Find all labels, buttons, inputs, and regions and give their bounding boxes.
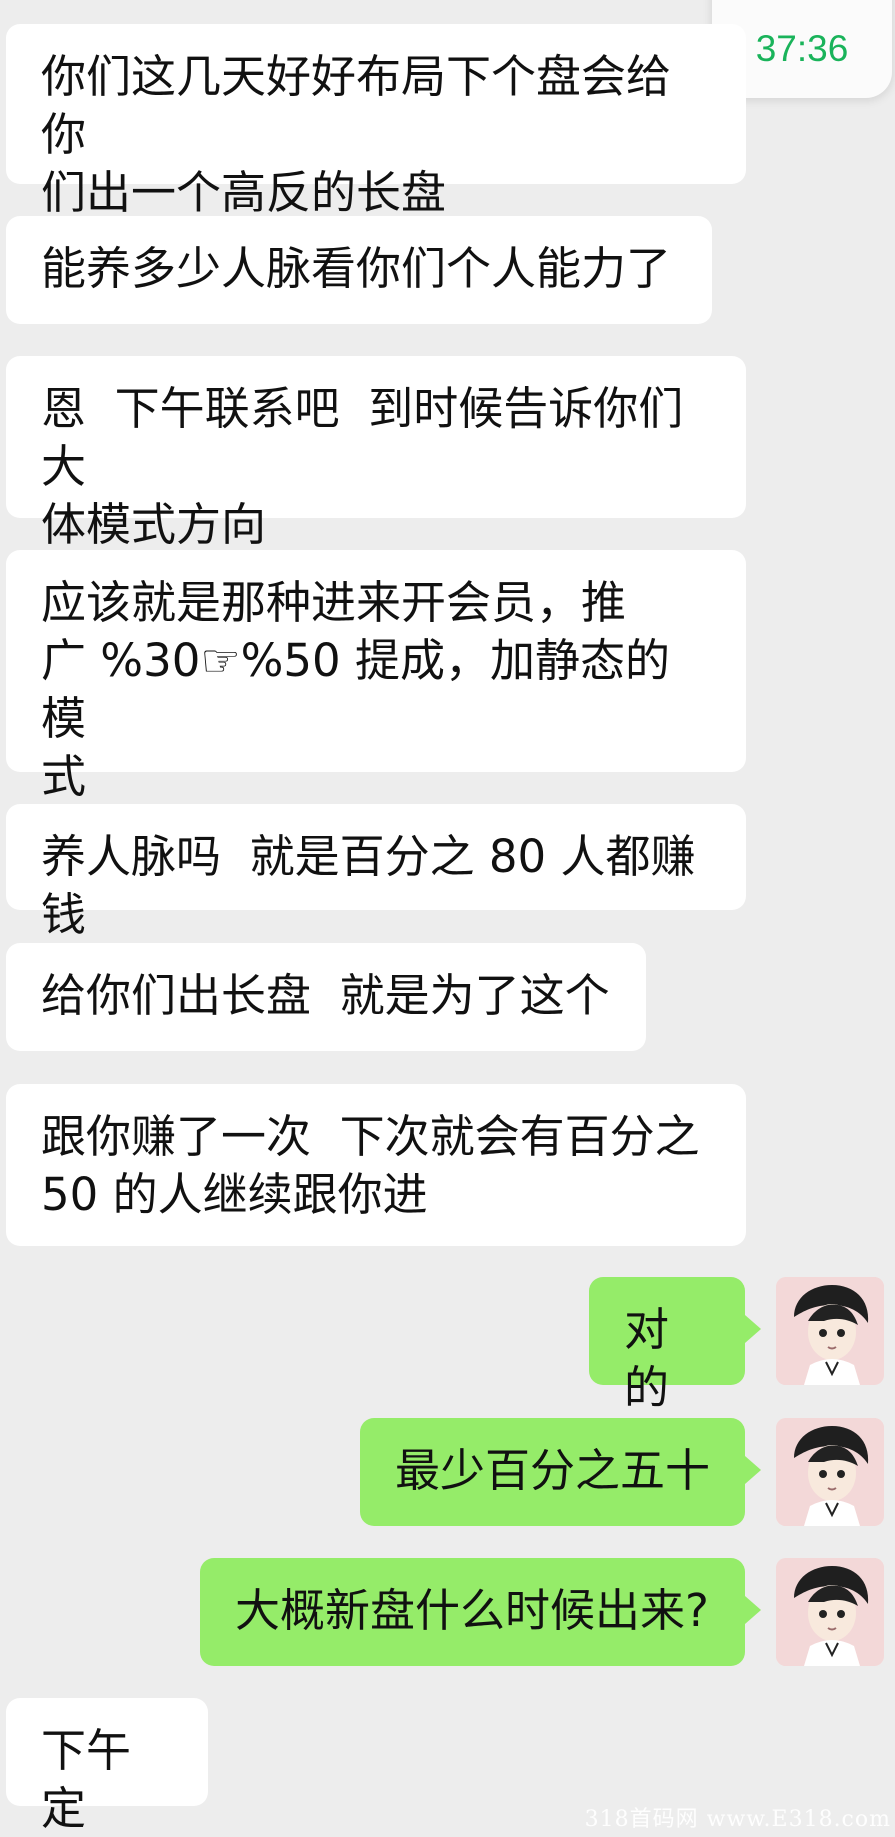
anime-boy-avatar-icon[interactable] bbox=[776, 1277, 884, 1385]
message-bubble-outgoing[interactable]: 对的 bbox=[589, 1277, 761, 1414]
chat-screen: 37:36 你们这几天好好布局下个盘会给你 们出一个高反的长盘 能养多少人脉看你… bbox=[0, 0, 895, 1837]
message-bubble-incoming[interactable]: 养人脉吗 就是百分之 80 人都赚钱 bbox=[6, 804, 746, 941]
message-bubble-incoming[interactable]: 给你们出长盘 就是为了这个 bbox=[6, 943, 646, 1051]
message-bubble-incoming[interactable]: 能养多少人脉看你们个人能力了 bbox=[6, 216, 712, 324]
anime-boy-avatar-icon[interactable] bbox=[776, 1418, 884, 1526]
message-bubble-incoming[interactable]: 跟你赚了一次 下次就会有百分之 50 的人继续跟你进 bbox=[6, 1084, 746, 1246]
message-bubble-incoming[interactable]: 你们这几天好好布局下个盘会给你 们出一个高反的长盘 bbox=[6, 24, 746, 219]
message-bubble-incoming[interactable]: 应该就是那种进来开会员，推 广 %30☞%50 提成，加静态的模 式 bbox=[6, 550, 746, 803]
watermark: 318首码网 www.E318.com bbox=[584, 1807, 891, 1832]
message-bubble-incoming[interactable]: 下午定 bbox=[6, 1698, 208, 1835]
anime-boy-avatar-icon[interactable] bbox=[776, 1558, 884, 1666]
message-bubble-outgoing[interactable]: 最少百分之五十 bbox=[360, 1418, 761, 1526]
message-bubble-outgoing[interactable]: 大概新盘什么时候出来? bbox=[200, 1558, 761, 1666]
message-bubble-incoming[interactable]: 恩 下午联系吧 到时候告诉你们大 体模式方向 bbox=[6, 356, 746, 551]
